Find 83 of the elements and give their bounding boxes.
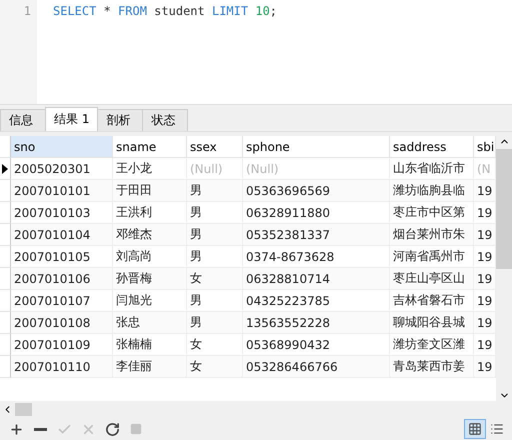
remove-icon <box>34 428 46 430</box>
table-cell: 19 <box>474 334 496 356</box>
table-cell: 19 <box>474 246 496 268</box>
refresh-icon <box>104 422 120 436</box>
line-number: 1 <box>24 3 32 19</box>
table-cell: 王洪利 <box>113 202 187 224</box>
table-cell: 潍坊奎文区潍 <box>390 334 474 356</box>
table-cell: 2007010105 <box>11 246 113 268</box>
table-cell: 山东省临沂市 <box>390 158 474 180</box>
table-cell: 2007010108 <box>11 312 113 334</box>
table-cell: 053286466766 <box>243 356 390 378</box>
table-cell: 于田田 <box>113 180 187 202</box>
table-cell: 19 <box>474 202 496 224</box>
table-cell: (Null) <box>243 158 390 180</box>
table-cell: 19 <box>474 290 496 312</box>
sql-editor[interactable]: 1 SELECT * FROM student LIMIT 10; <box>0 0 512 105</box>
table-cell: 05368990432 <box>243 334 390 356</box>
table-cell: 2007010101 <box>11 180 113 202</box>
result-tab[interactable]: 状态 <box>142 109 188 131</box>
column-header[interactable]: sname <box>113 136 187 158</box>
table-cell: 0374-8673628 <box>243 246 390 268</box>
table-cell: 青岛莱西市姜 <box>390 356 474 378</box>
scrollbar-thumb[interactable] <box>15 403 32 416</box>
table-cell: 2007010106 <box>11 268 113 290</box>
code-line: SELECT * FROM student LIMIT 10; <box>53 3 278 19</box>
current-row-icon <box>2 164 8 174</box>
table-cell: (Null) <box>187 158 243 180</box>
table-cell: 19 <box>474 356 496 378</box>
table-cell: 男 <box>187 224 243 246</box>
table-cell: 闫旭光 <box>113 290 187 312</box>
table-cell: 19 <box>474 180 496 202</box>
scrollbar-thumb[interactable] <box>496 149 512 268</box>
table-cell: 刘高尚 <box>113 246 187 268</box>
table-cell: 男 <box>187 202 243 224</box>
table-cell: 男 <box>187 290 243 312</box>
result-tab[interactable]: 结果 1 <box>45 107 98 131</box>
table-cell: 男 <box>187 180 243 202</box>
column-header[interactable]: sbi <box>474 136 496 158</box>
table-cell: 2007010110 <box>11 356 113 378</box>
table-cell: 06328810714 <box>243 268 390 290</box>
table-cell: 枣庄山亭区山 <box>390 268 474 290</box>
column-header[interactable]: sno <box>11 136 113 158</box>
grid-view-icon <box>468 422 482 436</box>
table-cell: 吉林省磐石市 <box>390 290 474 312</box>
table-cell: 2007010104 <box>11 224 113 246</box>
grid-view-button[interactable] <box>464 419 486 439</box>
table-cell: 张忠 <box>113 312 187 334</box>
table-cell: 王小龙 <box>113 158 187 180</box>
table-cell: 聊城阳谷县城 <box>390 312 474 334</box>
table-cell: 男 <box>187 246 243 268</box>
table-cell: 19 <box>474 224 496 246</box>
table-cell: 2007010109 <box>11 334 113 356</box>
table-cell: 2005020301 <box>11 158 113 180</box>
table-cell: 枣庄市中区第 <box>390 202 474 224</box>
column-header[interactable]: sphone <box>243 136 390 158</box>
table-cell: 2007010103 <box>11 202 113 224</box>
table-cell: 烟台莱州市朱 <box>390 224 474 246</box>
table-cell: 13563552228 <box>243 312 390 334</box>
table-cell: 女 <box>187 356 243 378</box>
table-cell: 男 <box>187 312 243 334</box>
table-cell: 19 <box>474 268 496 290</box>
table-cell: (N <box>474 158 496 180</box>
table-cell: 河南省禹州市 <box>390 246 474 268</box>
table-cell: 05352381337 <box>243 224 390 246</box>
result-tab[interactable]: 剖析 <box>97 109 144 131</box>
result-tab[interactable]: 信息 <box>0 109 46 131</box>
table-cell: 张楠楠 <box>113 334 187 356</box>
table-cell: 19 <box>474 312 496 334</box>
column-header[interactable]: ssex <box>187 136 243 158</box>
table-cell: 女 <box>187 334 243 356</box>
table-cell: 04325223785 <box>243 290 390 312</box>
table-cell: 06328911880 <box>243 202 390 224</box>
column-header[interactable]: saddress <box>390 136 474 158</box>
table-cell: 孙晋梅 <box>113 268 187 290</box>
stop-icon <box>130 423 142 435</box>
table-cell: 李佳丽 <box>113 356 187 378</box>
table-cell: 2007010107 <box>11 290 113 312</box>
table-cell: 邓维杰 <box>113 224 187 246</box>
table-cell: 05363696569 <box>243 180 390 202</box>
add-icon <box>8 422 24 436</box>
table-cell: 女 <box>187 268 243 290</box>
form-view-icon <box>490 422 504 436</box>
table-cell: 潍坊临朐县临 <box>390 180 474 202</box>
